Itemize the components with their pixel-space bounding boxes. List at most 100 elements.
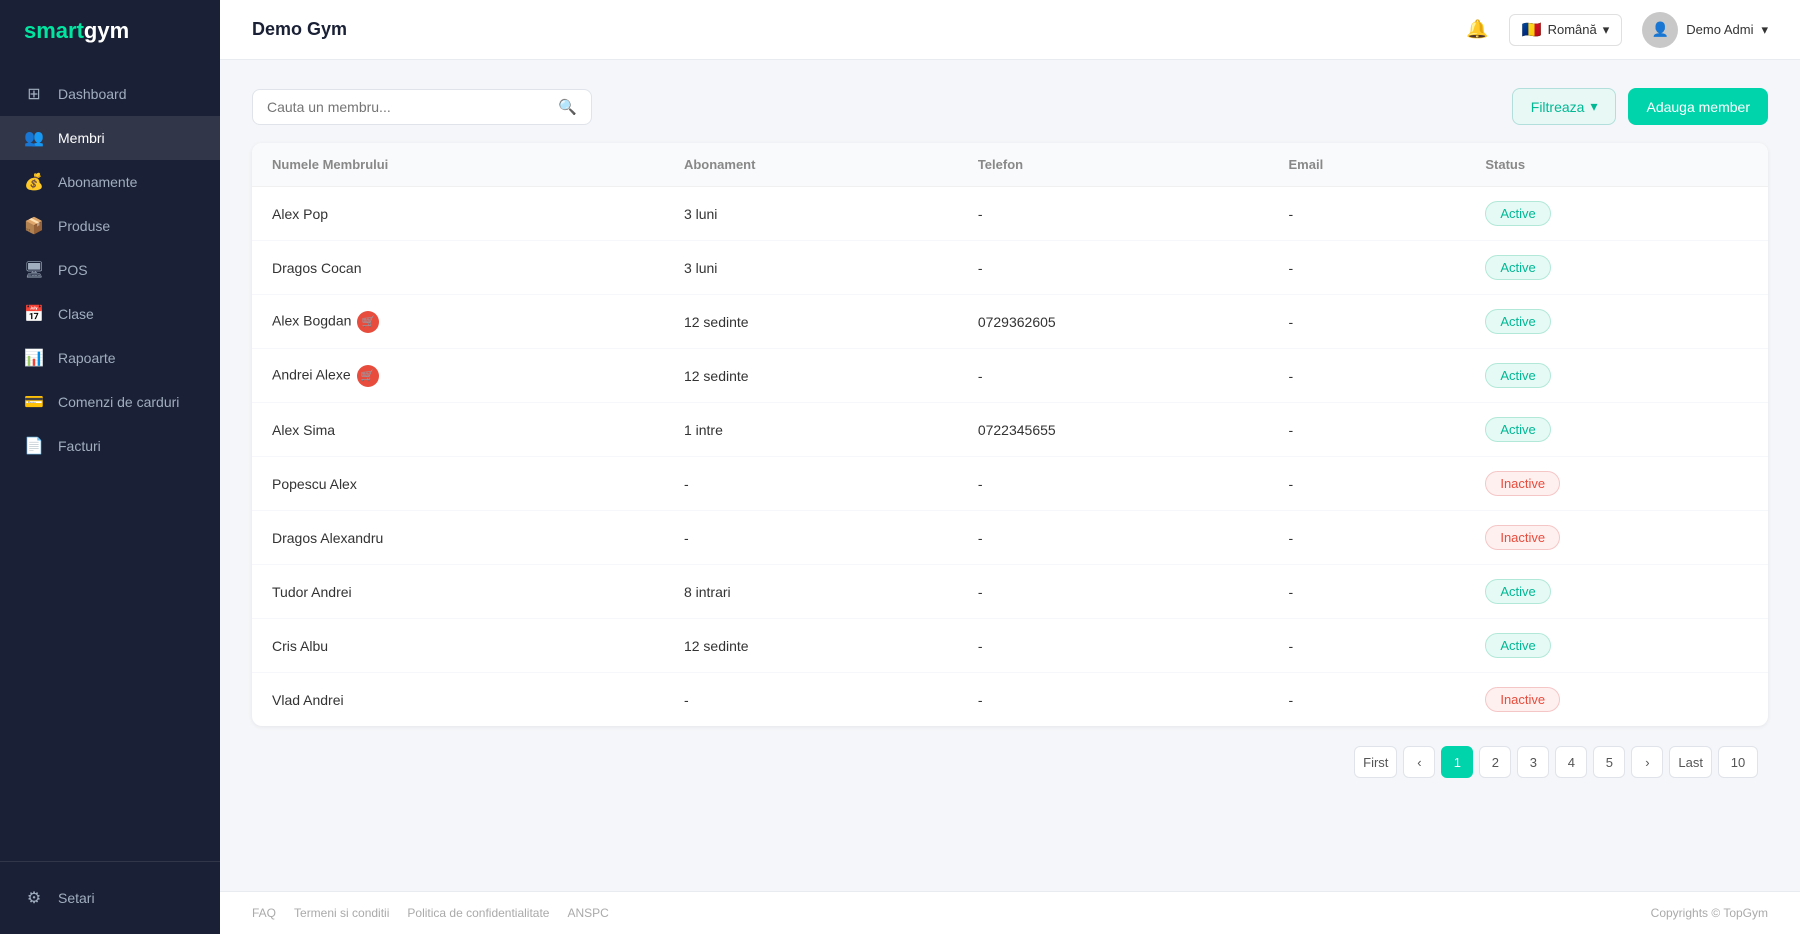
footer-link-anspc[interactable]: ANSPC: [567, 906, 608, 920]
search-input[interactable]: [267, 99, 552, 115]
table-row[interactable]: Alex Pop3 luni--Active: [252, 187, 1768, 241]
member-email: -: [1269, 349, 1466, 403]
member-status: Active: [1465, 241, 1768, 295]
member-status: Active: [1465, 565, 1768, 619]
member-email: -: [1269, 457, 1466, 511]
toolbar-actions: Filtreaza ▾ Adauga member: [1512, 88, 1768, 125]
footer-link-politica-de-confidentialitate[interactable]: Politica de confidentialitate: [407, 906, 549, 920]
content-area: 🔍 Filtreaza ▾ Adauga member Numele Membr…: [220, 60, 1800, 891]
sidebar-item-label-membri: Membri: [58, 130, 105, 146]
sidebar-item-dashboard[interactable]: ⊞ Dashboard: [0, 72, 220, 116]
pagination-last-button[interactable]: Last: [1669, 746, 1712, 778]
member-abonament: 12 sedinte: [664, 619, 958, 673]
sidebar-item-label-rapoarte: Rapoarte: [58, 350, 116, 366]
pagination-page-4-button[interactable]: 4: [1555, 746, 1587, 778]
table-row[interactable]: Tudor Andrei8 intrari--Active: [252, 565, 1768, 619]
member-telefon: -: [958, 673, 1269, 727]
status-badge: Inactive: [1485, 525, 1560, 550]
pos-icon: 🖥: [24, 260, 44, 280]
table-row[interactable]: Dragos Cocan3 luni--Active: [252, 241, 1768, 295]
member-name: Alex Bogdan🛒: [252, 295, 664, 349]
member-abonament: 3 luni: [664, 241, 958, 295]
member-status: Active: [1465, 619, 1768, 673]
main-content: Demo Gym 🔔 🇷🇴 Română ▾ 👤 Demo Admi ▾ 🔍: [220, 0, 1800, 934]
sidebar-item-rapoarte[interactable]: 📊 Rapoarte: [0, 336, 220, 380]
member-abonament: 12 sedinte: [664, 295, 958, 349]
table-row[interactable]: Popescu Alex---Inactive: [252, 457, 1768, 511]
pagination-page-5-button[interactable]: 5: [1593, 746, 1625, 778]
pagination-per-page-input[interactable]: [1718, 746, 1758, 778]
member-telefon: -: [958, 241, 1269, 295]
footer-link-faq[interactable]: FAQ: [252, 906, 276, 920]
member-name: Dragos Cocan: [252, 241, 664, 295]
notification-bell-icon[interactable]: 🔔: [1466, 19, 1488, 40]
sidebar-item-label-clase: Clase: [58, 306, 94, 322]
sidebar-item-setari[interactable]: ⚙ Setari: [24, 878, 196, 918]
language-button[interactable]: 🇷🇴 Română ▾: [1509, 14, 1623, 46]
comenzi-icon: 💳: [24, 392, 44, 412]
membri-icon: 👥: [24, 128, 44, 148]
member-name: Alex Pop: [252, 187, 664, 241]
sidebar-item-label-comenzi: Comenzi de carduri: [58, 394, 179, 410]
member-email: -: [1269, 241, 1466, 295]
member-status: Active: [1465, 187, 1768, 241]
sidebar-item-produse[interactable]: 📦 Produse: [0, 204, 220, 248]
sidebar-item-abonamente[interactable]: 💰 Abonamente: [0, 160, 220, 204]
members-table: Numele MembruluiAbonamentTelefonEmailSta…: [252, 143, 1768, 726]
member-telefon: -: [958, 457, 1269, 511]
footer-link-termeni-si-conditii[interactable]: Termeni si conditii: [294, 906, 389, 920]
table-body: Alex Pop3 luni--ActiveDragos Cocan3 luni…: [252, 187, 1768, 727]
sidebar-item-comenzi[interactable]: 💳 Comenzi de carduri: [0, 380, 220, 424]
add-member-label: Adauga member: [1646, 99, 1750, 115]
member-email: -: [1269, 403, 1466, 457]
member-status: Active: [1465, 349, 1768, 403]
status-badge: Active: [1485, 579, 1550, 604]
table-row[interactable]: Andrei Alexe🛒12 sedinte--Active: [252, 349, 1768, 403]
sidebar-item-membri[interactable]: 👥 Membri: [0, 116, 220, 160]
pagination-page-3-button[interactable]: 3: [1517, 746, 1549, 778]
member-name: Cris Albu: [252, 619, 664, 673]
member-email: -: [1269, 673, 1466, 727]
filter-button[interactable]: Filtreaza ▾: [1512, 88, 1617, 125]
cart-icon: 🛒: [357, 365, 379, 387]
pagination-page-1-button[interactable]: 1: [1441, 746, 1473, 778]
status-badge: Active: [1485, 633, 1550, 658]
pagination-page-2-button[interactable]: 2: [1479, 746, 1511, 778]
pagination-first-button[interactable]: First: [1354, 746, 1397, 778]
col-abonament: Abonament: [664, 143, 958, 187]
table-row[interactable]: Alex Bogdan🛒12 sedinte0729362605-Active: [252, 295, 1768, 349]
col-telefon: Telefon: [958, 143, 1269, 187]
user-menu-button[interactable]: 👤 Demo Admi ▾: [1642, 12, 1768, 48]
status-badge: Active: [1485, 309, 1550, 334]
member-name: Andrei Alexe🛒: [252, 349, 664, 403]
status-badge: Active: [1485, 363, 1550, 388]
sidebar-item-label-setari: Setari: [58, 890, 95, 906]
search-box: 🔍: [252, 89, 592, 125]
add-member-button[interactable]: Adauga member: [1628, 88, 1768, 125]
member-status: Inactive: [1465, 457, 1768, 511]
member-name: Tudor Andrei: [252, 565, 664, 619]
pagination-next-button[interactable]: ›: [1631, 746, 1663, 778]
member-telefon: -: [958, 511, 1269, 565]
col-numele-membrului: Numele Membrului: [252, 143, 664, 187]
table-row[interactable]: Dragos Alexandru---Inactive: [252, 511, 1768, 565]
member-status: Active: [1465, 295, 1768, 349]
sidebar-item-facturi[interactable]: 📄 Facturi: [0, 424, 220, 468]
sidebar-nav: ⊞ Dashboard 👥 Membri 💰 Abonamente 📦 Prod…: [0, 62, 220, 861]
table-row[interactable]: Alex Sima1 intre0722345655-Active: [252, 403, 1768, 457]
footer-links: FAQ Termeni si conditii Politica de confid…: [252, 906, 609, 920]
user-label: Demo Admi: [1686, 22, 1753, 37]
member-telefon: 0722345655: [958, 403, 1269, 457]
member-email: -: [1269, 295, 1466, 349]
sidebar-item-pos[interactable]: 🖥 POS: [0, 248, 220, 292]
table-row[interactable]: Vlad Andrei---Inactive: [252, 673, 1768, 727]
pagination-prev-button[interactable]: ‹: [1403, 746, 1435, 778]
header: Demo Gym 🔔 🇷🇴 Română ▾ 👤 Demo Admi ▾: [220, 0, 1800, 60]
member-email: -: [1269, 619, 1466, 673]
produse-icon: 📦: [24, 216, 44, 236]
sidebar-item-clase[interactable]: 📅 Clase: [0, 292, 220, 336]
logo-smart: smart: [24, 18, 84, 43]
clase-icon: 📅: [24, 304, 44, 324]
table-row[interactable]: Cris Albu12 sedinte--Active: [252, 619, 1768, 673]
member-telefon: -: [958, 565, 1269, 619]
